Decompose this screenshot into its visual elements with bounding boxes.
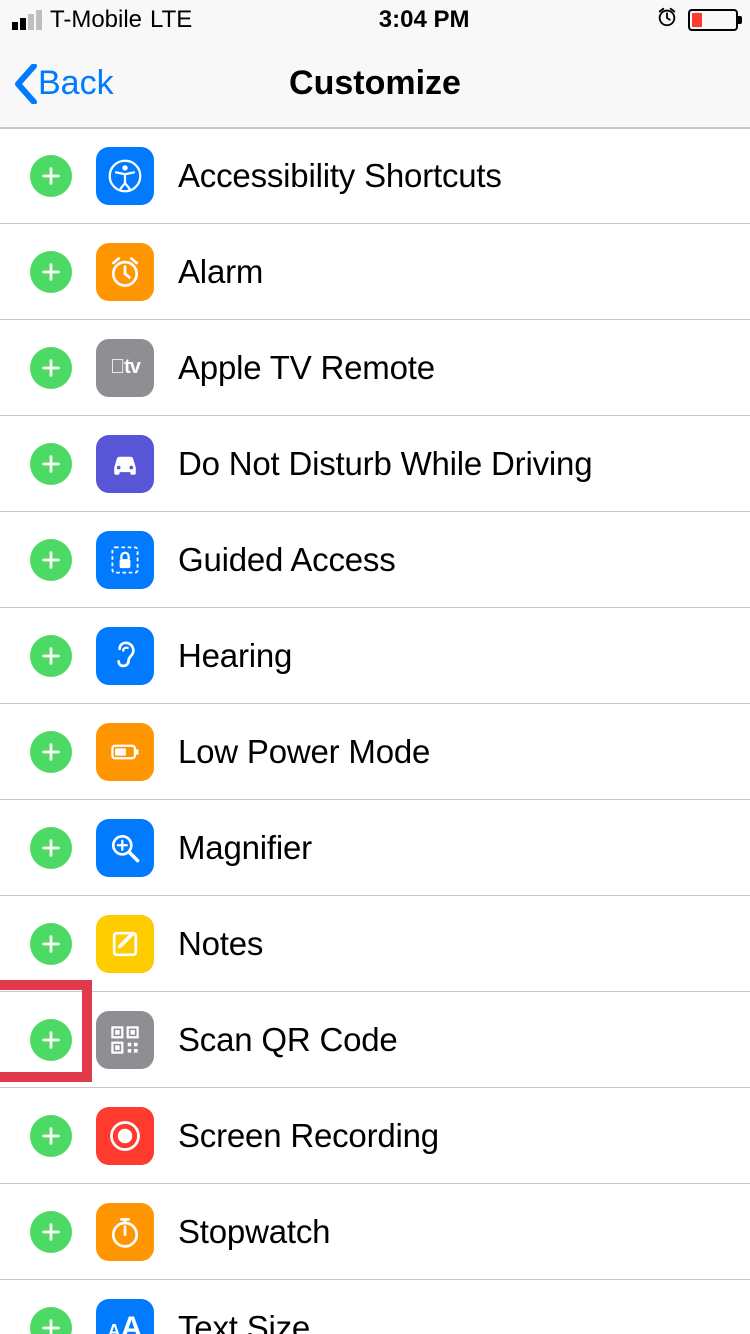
status-right	[656, 6, 738, 34]
plus-icon	[40, 453, 62, 475]
plus-icon	[40, 933, 62, 955]
carrier-label: T-Mobile	[50, 6, 142, 34]
add-button[interactable]	[30, 635, 72, 677]
row-low-power-mode[interactable]: Low Power Mode	[0, 704, 750, 800]
battery-icon	[96, 723, 154, 781]
row-label: Guided Access	[178, 541, 396, 579]
stopwatch-icon	[96, 1203, 154, 1261]
row-apple-tv-remote[interactable]: tv Apple TV Remote	[0, 320, 750, 416]
back-label: Back	[38, 64, 114, 103]
add-button[interactable]	[30, 347, 72, 389]
add-button[interactable]	[30, 731, 72, 773]
row-screen-recording[interactable]: Screen Recording	[0, 1088, 750, 1184]
add-button[interactable]	[30, 539, 72, 581]
back-button[interactable]: Back	[0, 64, 114, 104]
status-left: T-Mobile LTE	[12, 6, 192, 34]
network-label: LTE	[150, 6, 192, 34]
add-button[interactable]	[30, 251, 72, 293]
row-label: Scan QR Code	[178, 1021, 398, 1059]
controls-list: Accessibility Shortcuts Alarm tv Apple TV …	[0, 128, 750, 1334]
signal-icon	[12, 10, 42, 30]
add-button[interactable]	[30, 1115, 72, 1157]
appletv-icon: tv	[96, 339, 154, 397]
row-alarm[interactable]: Alarm	[0, 224, 750, 320]
plus-icon	[40, 1125, 62, 1147]
textsize-icon: AA	[96, 1299, 154, 1334]
plus-icon	[40, 357, 62, 379]
row-label: Low Power Mode	[178, 733, 430, 771]
status-bar: T-Mobile LTE 3:04 PM	[0, 0, 750, 40]
row-label: Stopwatch	[178, 1213, 330, 1251]
car-icon	[96, 435, 154, 493]
battery-icon	[688, 9, 738, 31]
row-label: Text Size	[178, 1309, 310, 1334]
row-label: Screen Recording	[178, 1117, 439, 1155]
add-button[interactable]	[30, 1211, 72, 1253]
row-label: Notes	[178, 925, 263, 963]
ear-icon	[96, 627, 154, 685]
row-stopwatch[interactable]: Stopwatch	[0, 1184, 750, 1280]
chevron-left-icon	[14, 64, 38, 104]
plus-icon	[40, 261, 62, 283]
plus-icon	[40, 1317, 62, 1334]
record-icon	[96, 1107, 154, 1165]
row-label: Accessibility Shortcuts	[178, 157, 502, 195]
alarm-icon	[96, 243, 154, 301]
add-button[interactable]	[30, 923, 72, 965]
row-label: Magnifier	[178, 829, 312, 867]
clock-label: 3:04 PM	[192, 6, 656, 34]
row-label: Do Not Disturb While Driving	[178, 445, 592, 483]
row-label: Hearing	[178, 637, 292, 675]
lock-dashed-icon	[96, 531, 154, 589]
magnifier-icon	[96, 819, 154, 877]
add-button[interactable]	[30, 443, 72, 485]
row-guided-access[interactable]: Guided Access	[0, 512, 750, 608]
row-scan-qr-code[interactable]: Scan QR Code	[0, 992, 750, 1088]
plus-icon	[40, 741, 62, 763]
nav-bar: Back Customize	[0, 40, 750, 128]
plus-icon	[40, 1029, 62, 1051]
plus-icon	[40, 165, 62, 187]
row-label: Apple TV Remote	[178, 349, 435, 387]
row-label: Alarm	[178, 253, 263, 291]
row-text-size[interactable]: AA Text Size	[0, 1280, 750, 1334]
row-notes[interactable]: Notes	[0, 896, 750, 992]
add-button[interactable]	[30, 1019, 72, 1061]
row-dnd-driving[interactable]: Do Not Disturb While Driving	[0, 416, 750, 512]
notes-icon	[96, 915, 154, 973]
row-hearing[interactable]: Hearing	[0, 608, 750, 704]
add-button[interactable]	[30, 827, 72, 869]
row-magnifier[interactable]: Magnifier	[0, 800, 750, 896]
add-button[interactable]	[30, 155, 72, 197]
plus-icon	[40, 1221, 62, 1243]
add-button[interactable]	[30, 1307, 72, 1334]
qr-icon	[96, 1011, 154, 1069]
alarm-indicator-icon	[656, 6, 678, 34]
plus-icon	[40, 549, 62, 571]
row-accessibility-shortcuts[interactable]: Accessibility Shortcuts	[0, 128, 750, 224]
plus-icon	[40, 645, 62, 667]
plus-icon	[40, 837, 62, 859]
accessibility-icon	[96, 147, 154, 205]
